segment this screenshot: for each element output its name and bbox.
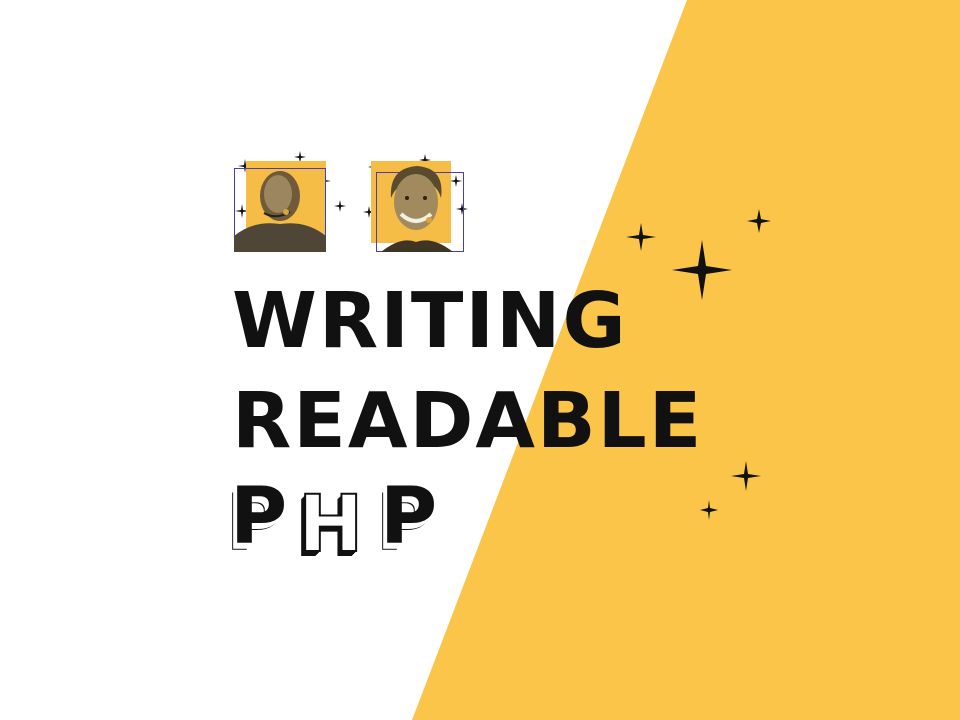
title-letter-p1: P (230, 472, 288, 562)
title-line-2: READABLE (232, 377, 704, 466)
title-letter-h: H (297, 480, 364, 570)
speaker-portrait-1 (234, 171, 326, 252)
title-letter-p2: P (380, 472, 438, 562)
sparkle-icon (334, 200, 346, 212)
title-line-1: WRITING (232, 277, 628, 366)
speaker-portrait-2 (381, 166, 453, 252)
